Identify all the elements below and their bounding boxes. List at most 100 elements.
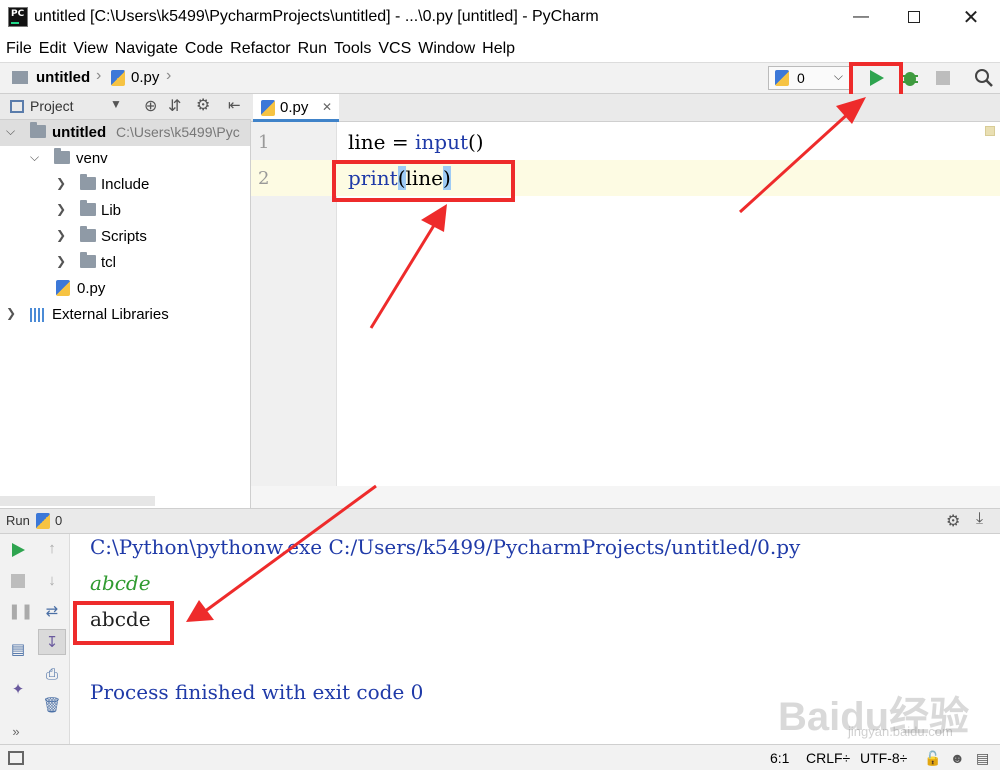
python-file-icon (261, 100, 275, 116)
code-operator: = (385, 130, 415, 154)
python-file-icon (36, 513, 50, 529)
project-panel-header: Project ▼ ⊕ ⇵ ⚙ ⇤ (0, 94, 251, 120)
code-parens: () (468, 130, 484, 154)
tree-item-path: C:\Users\k5499\Pyc (116, 124, 240, 140)
tool-windows-icon[interactable] (8, 751, 24, 765)
pin-icon[interactable]: ✦ (8, 680, 28, 698)
scroll-to-end-icon: ↧ (45, 634, 59, 651)
more-icon[interactable]: » (6, 724, 26, 739)
caret-position[interactable]: 6:1 (770, 750, 789, 766)
menu-edit[interactable]: Edit (37, 40, 72, 58)
pause-icon[interactable]: ❚❚ (8, 602, 33, 620)
lock-icon[interactable]: 🔓 (924, 750, 941, 767)
tree-item-tcl[interactable]: ❯ tcl (0, 250, 250, 276)
code-highlight-box (332, 160, 515, 202)
print-icon[interactable]: ⎙ (42, 666, 62, 683)
chevron-right-icon[interactable]: ❯ (56, 254, 66, 268)
run-tab-label[interactable]: 0 (55, 513, 62, 528)
chevron-right-icon: › (96, 67, 102, 84)
window-title: untitled [C:\Users\k5499\PycharmProjects… (34, 8, 599, 25)
chevron-right-icon[interactable]: ❯ (6, 306, 16, 320)
tree-item-scripts[interactable]: ❯ Scripts (0, 224, 250, 250)
tree-item-label: External Libraries (52, 306, 169, 323)
file-encoding[interactable]: UTF-8÷ (860, 750, 907, 766)
output-highlight-box (73, 601, 174, 645)
menu-navigate[interactable]: Navigate (113, 40, 183, 58)
run-configuration-label: 0 (797, 70, 805, 86)
close-window-button[interactable]: ✕ (948, 0, 994, 34)
tree-item-external-libraries[interactable]: ❯ External Libraries (0, 302, 250, 328)
event-log-icon[interactable]: ▤ (976, 750, 989, 767)
line-number: 2 (258, 168, 270, 189)
folder-icon (80, 174, 96, 190)
menu-help[interactable]: Help (480, 40, 520, 58)
line-separator[interactable]: CRLF÷ (806, 750, 850, 766)
menu-file[interactable]: File (4, 40, 37, 58)
hide-panel-icon[interactable]: ⇤ (228, 96, 241, 114)
libraries-icon (30, 308, 46, 322)
dropdown-arrow-icon[interactable]: ▼ (110, 97, 122, 111)
project-panel-title[interactable]: Project (30, 98, 74, 114)
arrow-up-icon[interactable]: ↑ (42, 540, 62, 557)
stop-icon[interactable] (11, 574, 25, 588)
stop-icon[interactable] (936, 71, 950, 85)
folder-icon (80, 226, 96, 242)
breadcrumb-file[interactable]: 0.py (131, 69, 159, 86)
code-variable: line (348, 130, 386, 154)
trash-icon[interactable]: 🗑 (42, 696, 62, 714)
menu-run[interactable]: Run (296, 40, 332, 58)
chevron-down-icon[interactable]: ⌵ (30, 150, 39, 165)
editor-footer (251, 486, 1000, 508)
pycharm-logo-icon: PC (8, 7, 28, 27)
tree-item-0py[interactable]: 0.py (0, 276, 250, 302)
code-line-1[interactable]: line = input() (348, 130, 484, 154)
tree-item-label: venv (76, 150, 108, 167)
console-command-line: C:\Python\pythonw.exe C:/Users/k5499/Pyc… (90, 535, 801, 559)
maximize-button[interactable] (891, 0, 937, 34)
python-file-icon (111, 70, 125, 86)
chevron-right-icon[interactable]: ❯ (56, 176, 66, 190)
gear-icon[interactable]: ⚙ (196, 95, 210, 115)
chevron-right-icon[interactable]: ❯ (56, 228, 66, 242)
tree-item-label: 0.py (77, 280, 106, 297)
tree-item-untitled[interactable]: ⌵ untitled C:\Users\k5499\Pyc (0, 120, 250, 146)
menu-code[interactable]: Code (183, 40, 228, 58)
locate-target-icon[interactable]: ⊕ (144, 96, 157, 116)
rerun-icon[interactable] (10, 542, 26, 558)
arrow-down-icon[interactable]: ↓ (42, 572, 62, 589)
minimize-button[interactable]: — (838, 0, 884, 34)
menu-tools[interactable]: Tools (332, 40, 376, 58)
folder-icon (30, 122, 46, 138)
menu-window[interactable]: Window (416, 40, 480, 58)
tree-item-label: Include (101, 176, 150, 193)
debug-bug-icon[interactable] (900, 68, 920, 88)
watermark-url: jingyan.baidu.com (848, 724, 953, 739)
menu-vcs[interactable]: VCS (376, 40, 416, 58)
run-configuration-select[interactable]: 0 ⌵ (768, 66, 850, 90)
menu-refactor[interactable]: Refactor (228, 40, 295, 58)
layout-icon[interactable]: ▤ (8, 640, 28, 658)
tree-item-venv[interactable]: ⌵ venv (0, 146, 250, 172)
menu-bar: File Edit View Navigate Code Refactor Ru… (0, 36, 1000, 62)
folder-icon (12, 71, 28, 84)
gear-icon[interactable]: ⚙ (946, 511, 960, 531)
tree-item-include[interactable]: ❯ Include (0, 172, 250, 198)
inspection-marker-icon[interactable] (985, 126, 995, 136)
search-icon[interactable] (974, 68, 994, 88)
horizontal-scrollbar[interactable] (0, 496, 155, 506)
chevron-down-icon[interactable]: ⌵ (6, 124, 15, 139)
python-file-icon (775, 70, 789, 86)
chevron-right-icon: › (166, 67, 172, 84)
inspector-icon[interactable]: ☻ (950, 750, 965, 766)
editor-tab-0py[interactable]: 0.py ✕ (253, 94, 339, 122)
breadcrumb-project[interactable]: untitled (36, 69, 90, 86)
soft-wrap-icon[interactable]: ⇄ (42, 602, 62, 620)
chevron-right-icon[interactable]: ❯ (56, 202, 66, 216)
collapse-all-icon[interactable]: ⇵ (168, 96, 181, 116)
menu-view[interactable]: View (71, 40, 112, 58)
hide-panel-icon[interactable]: ⤓ (976, 510, 983, 528)
folder-icon (54, 148, 70, 164)
tree-item-lib[interactable]: ❯ Lib (0, 198, 250, 224)
close-tab-icon[interactable]: ✕ (322, 100, 332, 114)
python-file-icon (56, 280, 70, 296)
